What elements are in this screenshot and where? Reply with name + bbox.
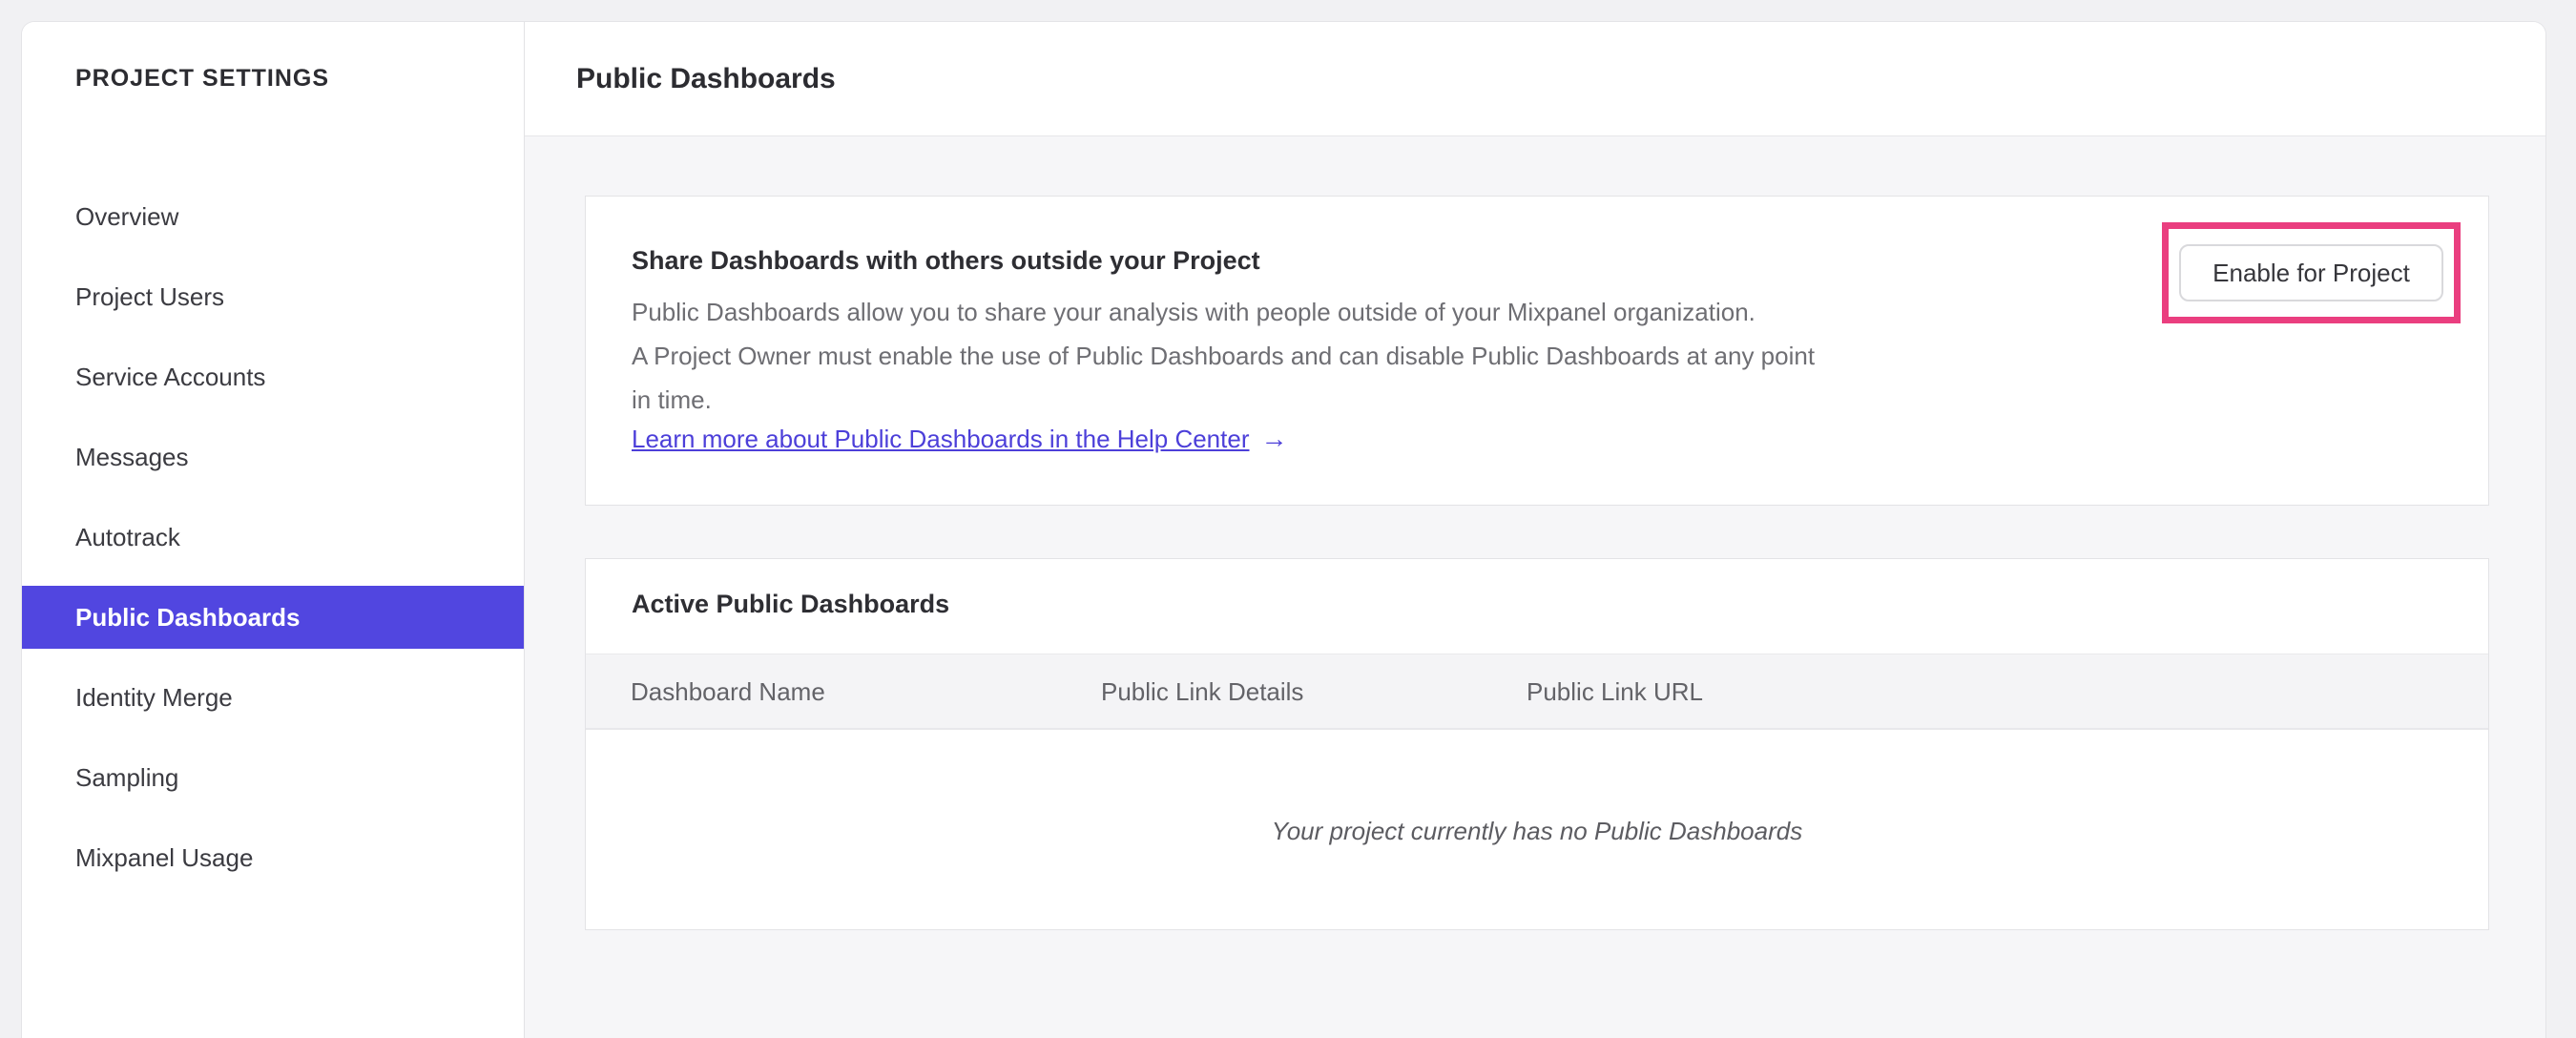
sidebar-item-project-users[interactable]: Project Users: [22, 257, 524, 337]
sidebar-item-label: Public Dashboards: [75, 602, 301, 632]
sidebar-item-label: Autotrack: [75, 522, 180, 551]
sidebar-item-service-accounts[interactable]: Service Accounts: [22, 337, 524, 417]
share-card-description: Public Dashboards allow you to share you…: [632, 290, 1815, 422]
sidebar-item-label: Service Accounts: [75, 362, 266, 391]
sidebar-item-sampling[interactable]: Sampling: [22, 737, 524, 818]
main-column: Public Dashboards Share Dashboards with …: [525, 22, 2545, 1038]
highlight-annotation-box: Enable for Project: [2162, 222, 2461, 323]
content-area: Share Dashboards with others outside you…: [525, 136, 2545, 1038]
enable-for-project-button[interactable]: Enable for Project: [2179, 244, 2443, 301]
sidebar-item-label: Mixpanel Usage: [75, 842, 254, 872]
page-header: Public Dashboards: [525, 22, 2545, 136]
sidebar-item-autotrack[interactable]: Autotrack: [22, 497, 524, 577]
sidebar-item-overview[interactable]: Overview: [22, 176, 524, 257]
sidebar-items: Overview Project Users Service Accounts …: [22, 176, 524, 898]
column-header-public-link-url: Public Link URL: [1527, 676, 1703, 706]
sidebar-item-public-dashboards[interactable]: Public Dashboards: [22, 586, 524, 649]
arrow-right-icon: →: [1260, 424, 1288, 453]
help-center-link-row: Learn more about Public Dashboards in th…: [632, 424, 1288, 454]
empty-state-message: Your project currently has no Public Das…: [1271, 817, 1803, 845]
sidebar-item-mixpanel-usage[interactable]: Mixpanel Usage: [22, 818, 524, 898]
sidebar-item-messages[interactable]: Messages: [22, 417, 524, 497]
column-header-public-link-details: Public Link Details: [1101, 676, 1304, 706]
sidebar-item-label: Sampling: [75, 762, 179, 792]
sidebar-item-label: Project Users: [75, 281, 225, 311]
sidebar-title: PROJECT SETTINGS: [75, 65, 330, 92]
help-center-link[interactable]: Learn more about Public Dashboards in th…: [632, 425, 1250, 454]
page-title: Public Dashboards: [576, 62, 836, 94]
dashboards-table-header: Dashboard Name Public Link Details Publi…: [586, 654, 2488, 730]
sidebar-item-identity-merge[interactable]: Identity Merge: [22, 657, 524, 737]
sidebar-item-label: Identity Merge: [75, 682, 233, 712]
sidebar-item-label: Overview: [75, 201, 179, 231]
share-dashboards-card: Share Dashboards with others outside you…: [585, 196, 2489, 506]
share-card-heading: Share Dashboards with others outside you…: [632, 246, 1260, 275]
sidebar-item-label: Messages: [75, 442, 189, 471]
active-public-dashboards-card: Active Public Dashboards Dashboard Name …: [585, 558, 2489, 930]
description-line: A Project Owner must enable the use of P…: [632, 342, 1816, 370]
column-header-dashboard-name: Dashboard Name: [631, 676, 825, 706]
description-line: in time.: [632, 385, 712, 414]
project-settings-sidebar: PROJECT SETTINGS Overview Project Users …: [22, 22, 525, 1038]
app-panel: PROJECT SETTINGS Overview Project Users …: [21, 21, 2546, 1038]
active-card-heading: Active Public Dashboards: [632, 590, 950, 618]
description-line: Public Dashboards allow you to share you…: [632, 298, 1755, 326]
